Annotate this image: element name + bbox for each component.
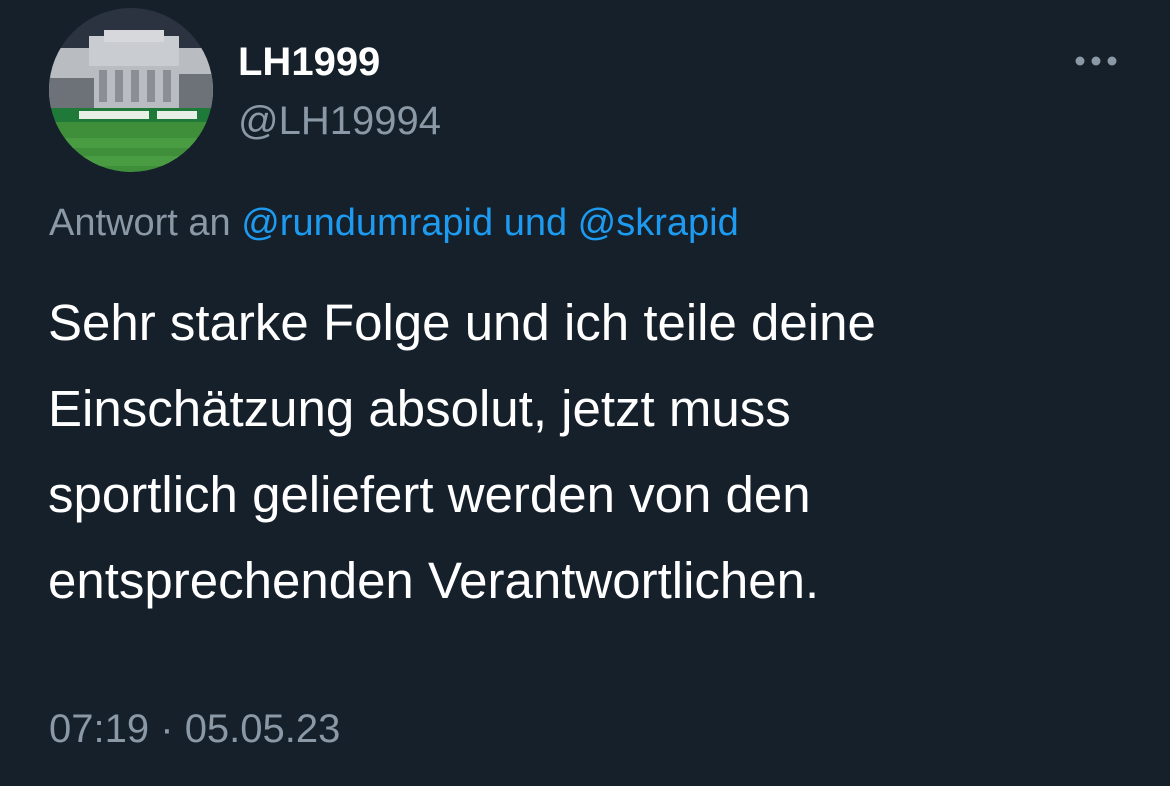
tweet-text-line: Sehr starke Folge und ich teile deine bbox=[48, 294, 876, 351]
reply-joiner: und bbox=[503, 202, 568, 244]
display-name[interactable]: LH1999 bbox=[238, 38, 380, 86]
tweet-timestamp[interactable]: 07:19 · 05.05.23 bbox=[49, 703, 340, 755]
tweet-text-line: Einschätzung absolut, jetzt muss bbox=[48, 380, 791, 437]
mention-link-skrapid[interactable]: @skrapid bbox=[578, 202, 739, 244]
tweet-text-line: entsprechenden Verantwortlichen. bbox=[48, 552, 820, 609]
tweet-card: LH1999 @LH19994 Antwort an @rundumrapid … bbox=[0, 0, 1170, 786]
timestamp-separator: · bbox=[160, 707, 174, 751]
more-dots-icon bbox=[1075, 56, 1117, 66]
tweet-text: Sehr starke Folge und ich teile deine Ei… bbox=[48, 280, 1133, 624]
more-options-button[interactable] bbox=[1064, 42, 1128, 80]
avatar[interactable] bbox=[49, 8, 213, 172]
reply-context: Antwort an @rundumrapid und @skrapid bbox=[49, 198, 739, 248]
user-handle[interactable]: @LH19994 bbox=[238, 97, 441, 145]
tweet-time[interactable]: 07:19 bbox=[49, 707, 149, 751]
tweet-text-line: sportlich geliefert werden von den bbox=[48, 466, 811, 523]
tweet-date[interactable]: 05.05.23 bbox=[185, 707, 341, 751]
reply-prefix: Antwort an bbox=[49, 202, 231, 244]
stadium-photo-avatar-icon bbox=[49, 8, 213, 172]
mention-link-rundumrapid[interactable]: @rundumrapid bbox=[241, 202, 493, 244]
